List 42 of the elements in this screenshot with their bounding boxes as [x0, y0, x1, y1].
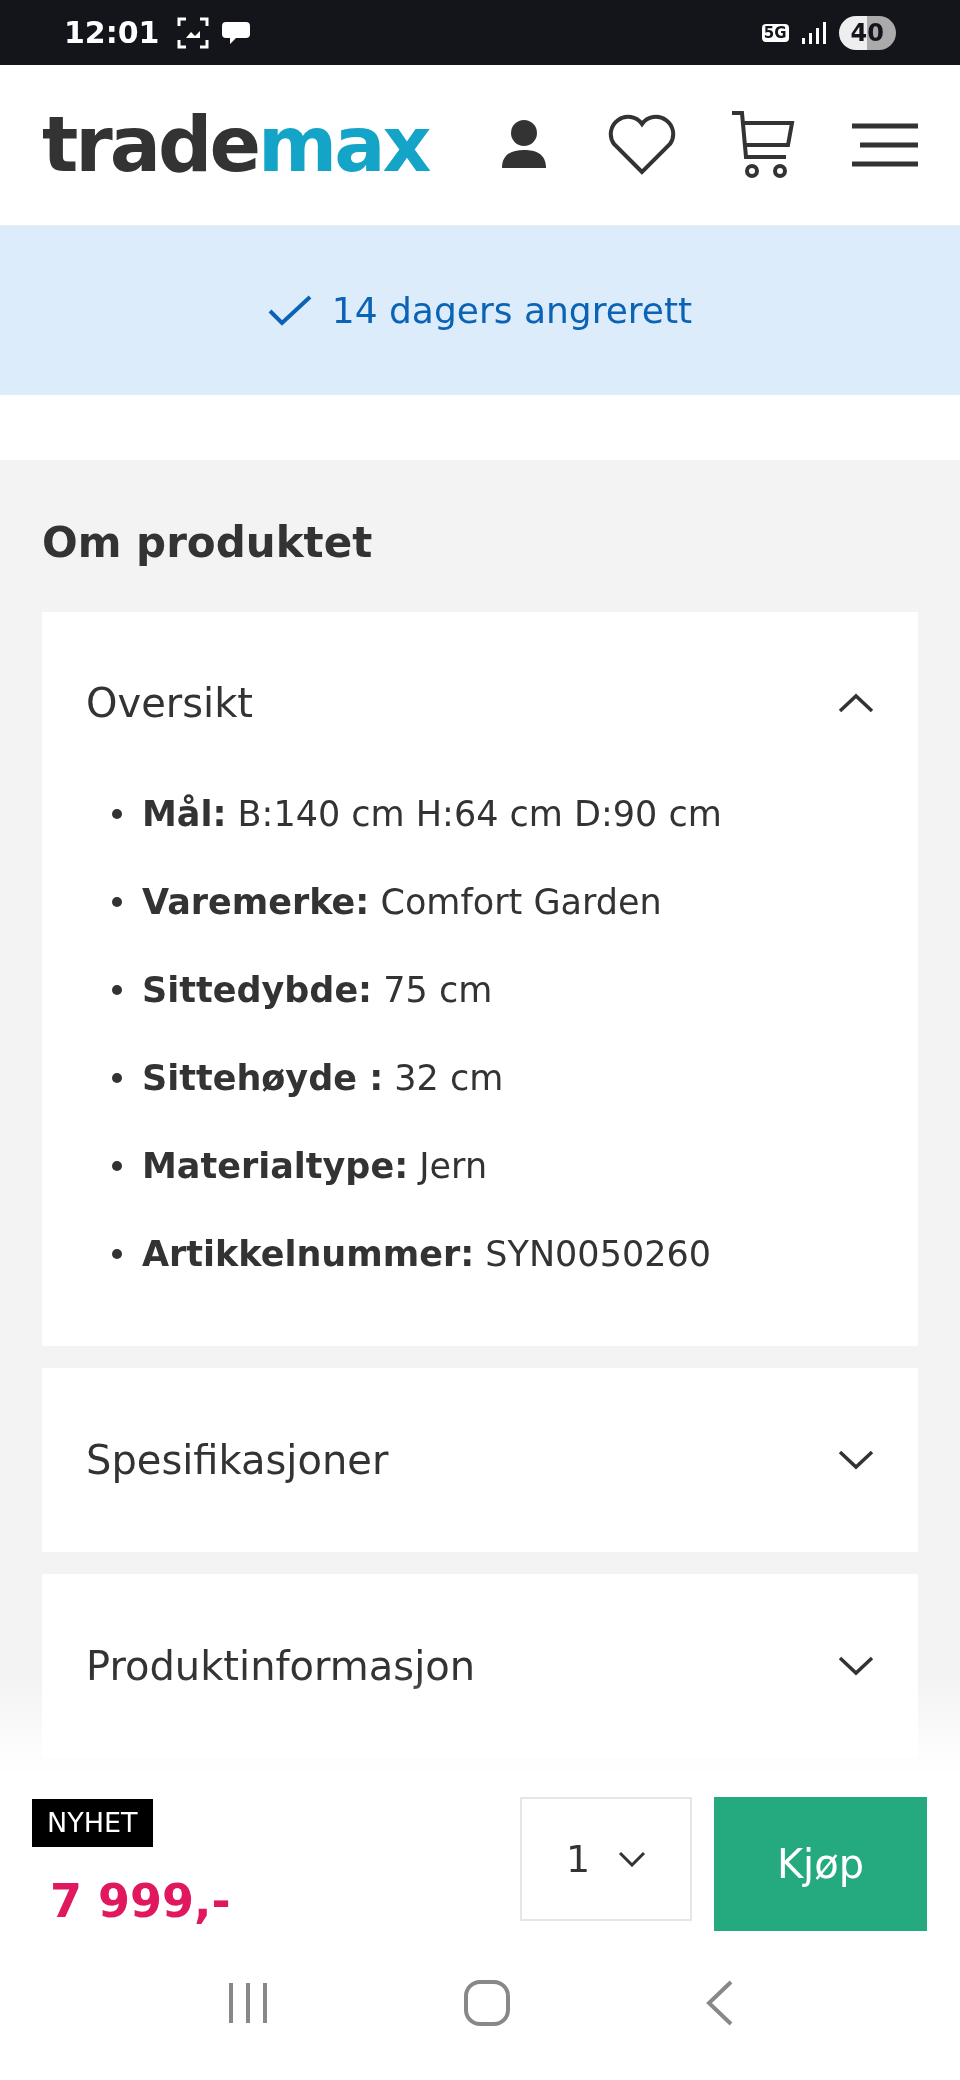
spec-item: Artikkelnummer: SYN0050260	[142, 1233, 711, 1276]
screenshot-icon	[175, 15, 210, 50]
check-icon	[267, 294, 312, 327]
banner-text: 14 dagers angrerett	[331, 288, 693, 333]
status-time: 12:01	[64, 14, 160, 52]
chevron-down-icon	[838, 1656, 874, 1676]
section-title: Om produktet	[42, 522, 374, 564]
new-badge: NYHET	[32, 1799, 153, 1847]
spec-item: Sittehøyde : 32 cm	[142, 1057, 504, 1100]
spec-item: Mål: B:140 cm H:64 cm D:90 cm	[142, 793, 722, 836]
chevron-up-icon	[838, 693, 874, 713]
price: 7 999,-	[50, 1873, 231, 1930]
bullet-icon	[112, 897, 122, 907]
heart-icon[interactable]	[606, 114, 678, 176]
bullet-icon	[112, 1073, 122, 1083]
signal-icon	[800, 19, 827, 46]
quantity-value: 1	[566, 1835, 591, 1883]
recent-apps-icon[interactable]	[227, 1981, 270, 2025]
accordion-header[interactable]: Oversikt	[42, 612, 918, 794]
spec-item: Varemerke: Comfort Garden	[142, 881, 662, 924]
bullet-icon	[112, 1249, 122, 1259]
accordion-title: Produktinformasjon	[86, 1642, 476, 1691]
chat-icon	[221, 19, 252, 46]
battery-level: 40	[838, 15, 896, 50]
chevron-down-icon	[618, 1851, 646, 1867]
accordion-title: Oversikt	[86, 679, 253, 728]
accordion-header[interactable]: Produktinformasjon	[42, 1574, 918, 1758]
spec-item: Sittedybde: 75 cm	[142, 969, 493, 1012]
accordion-title: Spesifikasjoner	[86, 1436, 389, 1485]
chevron-down-icon	[838, 1450, 874, 1470]
bullet-icon	[112, 985, 122, 995]
bullet-icon	[112, 1161, 122, 1171]
spec-item: Materialtype: Jern	[142, 1145, 488, 1188]
menu-icon[interactable]	[852, 123, 918, 167]
cart-icon[interactable]	[730, 109, 796, 181]
accordion-header[interactable]: Spesifikasjoner	[42, 1368, 918, 1552]
network-label: 5G	[761, 23, 789, 42]
home-icon[interactable]	[464, 1980, 510, 2026]
back-icon[interactable]	[704, 1980, 733, 2026]
bullet-icon	[112, 809, 122, 819]
trademax-logo[interactable]: trademax	[42, 107, 429, 183]
quantity-select[interactable]: 1	[520, 1797, 692, 1921]
